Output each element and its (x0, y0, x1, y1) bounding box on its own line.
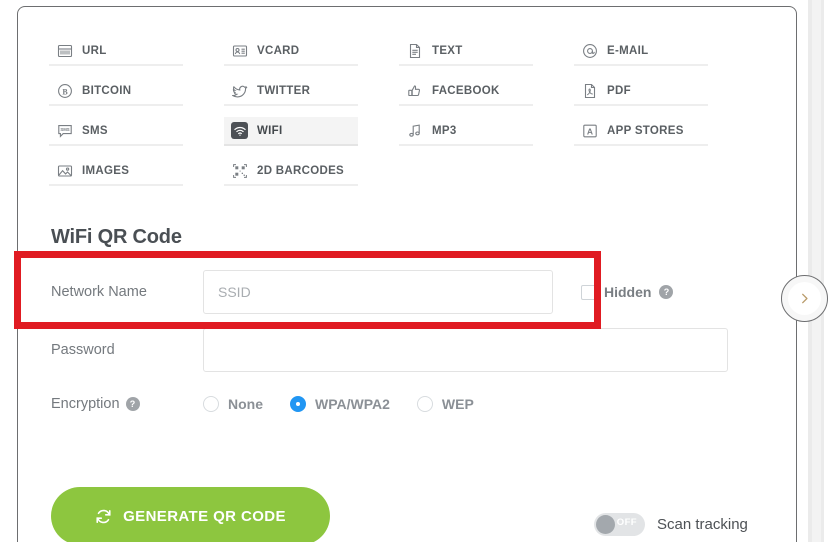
wifi-icon (231, 122, 248, 139)
sms-icon: SMS (56, 122, 73, 139)
tab-vcard[interactable]: VCARD (224, 37, 358, 66)
page-title: WiFi QR Code (51, 226, 182, 248)
tab-label: WIFI (257, 124, 283, 137)
toggle-state-text: OFF (616, 517, 637, 528)
svg-text:SMS: SMS (60, 126, 69, 131)
email-icon (581, 42, 598, 59)
hidden-checkbox[interactable] (581, 284, 596, 300)
images-icon (56, 162, 73, 179)
tab-label: 2D BARCODES (257, 164, 345, 177)
qr-generator-card: URL VCARD TEXT E-MAIL B BITCOIN TWITTER … (17, 6, 797, 542)
encryption-label-text: Encryption (51, 396, 120, 412)
toggle-knob (596, 515, 615, 534)
generate-qr-code-button[interactable]: GENERATE QR CODE (51, 487, 330, 542)
pdf-icon (581, 82, 598, 99)
tab-grid-spacer (399, 157, 574, 186)
encryption-row: Encryption ? None WPA/WPA2 WEP (18, 381, 798, 427)
tab-label: URL (82, 44, 107, 57)
password-label: Password (51, 342, 115, 358)
page-root: URL VCARD TEXT E-MAIL B BITCOIN TWITTER … (0, 0, 830, 542)
tab-email[interactable]: E-MAIL (574, 37, 708, 66)
network-name-input[interactable]: SSID (203, 270, 553, 314)
encryption-option-wep[interactable]: WEP (416, 396, 474, 412)
tab-images[interactable]: IMAGES (49, 157, 183, 186)
qr-type-tabs: URL VCARD TEXT E-MAIL B BITCOIN TWITTER … (49, 37, 749, 186)
password-row: Password (18, 319, 798, 381)
scan-tracking-label: Scan tracking (657, 516, 748, 533)
tab-facebook[interactable]: FACEBOOK (399, 77, 533, 106)
tab-label: IMAGES (82, 164, 130, 177)
tab-label: VCARD (257, 44, 300, 57)
next-step-button[interactable] (781, 275, 828, 322)
radio-wpa-wpa2[interactable] (290, 396, 306, 412)
tab-grid-spacer (574, 157, 749, 186)
svg-text:A: A (586, 126, 592, 136)
hidden-label: Hidden (604, 284, 652, 300)
2d-barcodes-icon (231, 162, 248, 179)
encryption-option-none[interactable]: None (203, 396, 263, 412)
tab-pdf[interactable]: PDF (574, 77, 708, 106)
vcard-icon (231, 42, 248, 59)
radio-none[interactable] (203, 396, 219, 412)
twitter-icon (231, 82, 248, 99)
hidden-help-icon[interactable]: ? (659, 285, 674, 299)
network-name-label: Network Name (51, 284, 147, 300)
scan-tracking-toggle[interactable]: OFF (594, 513, 645, 536)
tab-label: E-MAIL (607, 44, 649, 57)
generate-button-label: GENERATE QR CODE (123, 507, 286, 525)
radio-label: WPA/WPA2 (315, 396, 390, 412)
text-icon (406, 42, 423, 59)
tab-label: TEXT (432, 44, 463, 57)
tab-bitcoin[interactable]: B BITCOIN (49, 77, 183, 106)
tab-twitter[interactable]: TWITTER (224, 77, 358, 106)
network-name-row: Network Name SSID Hidden ? (18, 265, 798, 319)
encryption-help-icon[interactable]: ? (125, 397, 140, 411)
scan-tracking-group[interactable]: OFF Scan tracking (594, 513, 748, 536)
tab-label: BITCOIN (82, 84, 132, 97)
app-stores-icon: A (581, 122, 598, 139)
wifi-form: Network Name SSID Hidden ? Password Encr… (18, 265, 798, 427)
tab-app-stores[interactable]: A APP STORES (574, 117, 708, 146)
hidden-checkbox-group[interactable]: Hidden ? (581, 284, 674, 300)
bitcoin-icon: B (56, 82, 73, 99)
encryption-options: None WPA/WPA2 WEP (203, 396, 501, 412)
chevron-right-icon (788, 282, 821, 315)
svg-text:B: B (62, 87, 68, 96)
radio-label: WEP (441, 396, 474, 412)
tab-label: SMS (82, 124, 108, 137)
url-icon (56, 42, 73, 59)
tab-mp3[interactable]: MP3 (399, 117, 533, 146)
tab-label: APP STORES (607, 124, 684, 137)
tab-wifi[interactable]: WIFI (224, 117, 358, 146)
tab-2d-barcodes[interactable]: 2D BARCODES (224, 157, 358, 186)
facebook-icon (406, 82, 423, 99)
password-input[interactable] (203, 328, 728, 372)
tab-label: PDF (607, 84, 631, 97)
page-scrollbar-track[interactable] (812, 0, 821, 542)
tab-sms[interactable]: SMS SMS (49, 117, 183, 146)
tab-text[interactable]: TEXT (399, 37, 533, 66)
radio-label: None (228, 396, 263, 412)
encryption-label: Encryption ? (18, 396, 203, 412)
tab-label: MP3 (432, 124, 457, 137)
tab-label: FACEBOOK (432, 84, 500, 97)
tab-label: TWITTER (257, 84, 311, 97)
refresh-icon (95, 508, 112, 525)
tab-url[interactable]: URL (49, 37, 183, 66)
radio-wep[interactable] (416, 396, 433, 412)
mp3-icon (406, 122, 423, 139)
encryption-option-wpa[interactable]: WPA/WPA2 (290, 396, 390, 412)
